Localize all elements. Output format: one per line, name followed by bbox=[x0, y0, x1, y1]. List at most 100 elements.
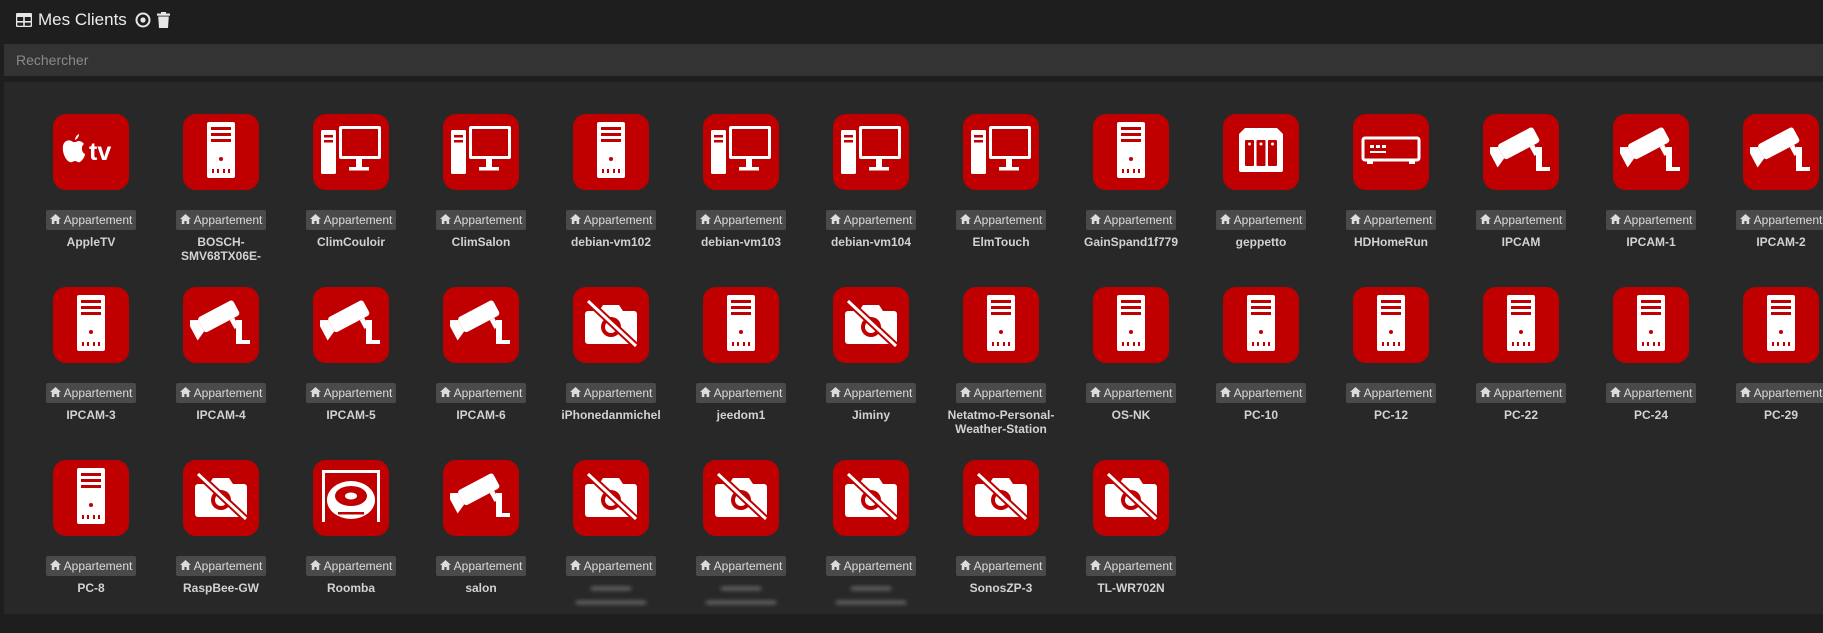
client-tile[interactable] bbox=[183, 460, 259, 536]
client-tile[interactable] bbox=[53, 287, 129, 363]
client-tile[interactable] bbox=[573, 460, 649, 536]
client-tile[interactable] bbox=[313, 114, 389, 190]
location-badge: Appartement bbox=[1215, 383, 1307, 403]
client-tile[interactable] bbox=[443, 114, 519, 190]
client-tile[interactable] bbox=[1483, 114, 1559, 190]
client-tile[interactable] bbox=[573, 114, 649, 190]
client-card[interactable]: Appartement RaspBee-GW bbox=[156, 460, 286, 633]
client-card[interactable]: Appartement IPCAM-4 bbox=[156, 287, 286, 460]
client-card[interactable]: Appartement PC-24 bbox=[1586, 287, 1716, 460]
location-label: Appartement bbox=[973, 213, 1043, 227]
client-tile[interactable] bbox=[573, 287, 649, 363]
client-tile[interactable] bbox=[1353, 114, 1429, 190]
client-tile[interactable] bbox=[1743, 287, 1819, 363]
client-tile[interactable] bbox=[963, 287, 1039, 363]
client-card[interactable]: Appartement PC-22 bbox=[1456, 287, 1586, 460]
client-tile[interactable] bbox=[1093, 460, 1169, 536]
target-icon[interactable] bbox=[135, 12, 151, 28]
client-card[interactable]: Appartement SonosZP-3 bbox=[936, 460, 1066, 633]
client-card[interactable]: Appartement ▬▬▬▬ ▬▬▬▬▬▬▬ bbox=[546, 460, 676, 633]
page-header: Mes Clients bbox=[0, 0, 1823, 40]
location-label: Appartement bbox=[193, 213, 263, 227]
client-card[interactable]: Appartement PC-8 bbox=[26, 460, 156, 633]
location-badge: Appartement bbox=[1475, 383, 1567, 403]
client-card[interactable]: Appartement geppetto bbox=[1196, 114, 1326, 287]
client-tile[interactable]: tv bbox=[53, 114, 129, 190]
client-tile[interactable] bbox=[833, 460, 909, 536]
client-tile[interactable] bbox=[1353, 287, 1429, 363]
home-icon bbox=[829, 383, 841, 403]
client-tile[interactable] bbox=[963, 460, 1039, 536]
client-tile[interactable] bbox=[53, 460, 129, 536]
client-tile[interactable] bbox=[1223, 114, 1299, 190]
client-card[interactable]: Appartement HDHomeRun bbox=[1326, 114, 1456, 287]
client-tile[interactable] bbox=[703, 287, 779, 363]
client-card[interactable]: Appartement PC-10 bbox=[1196, 287, 1326, 460]
client-tile[interactable] bbox=[1223, 287, 1299, 363]
client-card[interactable]: Appartement debian-vm102 bbox=[546, 114, 676, 287]
client-card[interactable]: Appartement IPCAM-5 bbox=[286, 287, 416, 460]
client-card[interactable]: Appartement IPCAM bbox=[1456, 114, 1586, 287]
client-tile[interactable] bbox=[1743, 114, 1819, 190]
client-tile[interactable] bbox=[1613, 114, 1689, 190]
client-tile[interactable] bbox=[313, 287, 389, 363]
client-card[interactable]: Appartement PC-12 bbox=[1326, 287, 1456, 460]
home-icon bbox=[1089, 210, 1101, 230]
client-card[interactable]: Appartement Roomba bbox=[286, 460, 416, 633]
client-card[interactable]: Appartement ▬▬▬▬ ▬▬▬▬▬▬▬ bbox=[676, 460, 806, 633]
client-card[interactable]: Appartement IPCAM-3 bbox=[26, 287, 156, 460]
client-card[interactable]: Appartement GainSpand1f779 bbox=[1066, 114, 1196, 287]
search-input[interactable] bbox=[4, 44, 1823, 76]
home-icon bbox=[1219, 383, 1231, 403]
server-tower-icon bbox=[1369, 294, 1413, 356]
client-tile[interactable] bbox=[833, 114, 909, 190]
client-tile[interactable] bbox=[1483, 287, 1559, 363]
security-camera-icon bbox=[446, 298, 512, 353]
client-tile[interactable] bbox=[833, 287, 909, 363]
client-tile[interactable] bbox=[963, 114, 1039, 190]
client-tile[interactable] bbox=[443, 460, 519, 536]
client-card[interactable]: Appartement salon bbox=[416, 460, 546, 633]
client-card[interactable]: Appartement ClimCouloir bbox=[286, 114, 416, 287]
client-name: jeedom1 bbox=[716, 408, 766, 422]
client-card[interactable]: tv Appartement AppleTV bbox=[26, 114, 156, 287]
trash-icon[interactable] bbox=[156, 12, 170, 28]
client-tile[interactable] bbox=[443, 287, 519, 363]
client-card[interactable]: Appartement debian-vm104 bbox=[806, 114, 936, 287]
security-camera-icon bbox=[1616, 125, 1682, 180]
client-name: RaspBee-GW bbox=[182, 581, 259, 595]
client-name: Roomba bbox=[327, 581, 375, 595]
client-card[interactable]: Appartement IPCAM-1 bbox=[1586, 114, 1716, 287]
client-tile[interactable] bbox=[1613, 287, 1689, 363]
location-label: Appartement bbox=[713, 213, 783, 227]
client-tile[interactable] bbox=[703, 114, 779, 190]
location-badge: Appartement bbox=[565, 556, 657, 576]
client-tile[interactable] bbox=[1093, 114, 1169, 190]
client-card[interactable]: Appartement Netatmo-Personal-Weather-Stat… bbox=[936, 287, 1066, 460]
security-camera-icon bbox=[186, 298, 252, 353]
client-card[interactable]: Appartement IPCAM-2 bbox=[1716, 114, 1823, 287]
client-card[interactable]: Appartement iPhonedanmichel bbox=[546, 287, 676, 460]
client-card[interactable]: Appartement PC-29 bbox=[1716, 287, 1823, 460]
client-card[interactable]: Appartement BOSCH-SMV68TX06E- bbox=[156, 114, 286, 287]
client-tile[interactable] bbox=[703, 460, 779, 536]
client-card[interactable]: Appartement IPCAM-6 bbox=[416, 287, 546, 460]
home-icon bbox=[1089, 383, 1101, 403]
client-card[interactable]: Appartement OS-NK bbox=[1066, 287, 1196, 460]
client-tile[interactable] bbox=[183, 114, 259, 190]
client-tile[interactable] bbox=[1093, 287, 1169, 363]
client-tile[interactable] bbox=[183, 287, 259, 363]
client-card[interactable]: Appartement Jiminy bbox=[806, 287, 936, 460]
client-card[interactable]: Appartement ElmTouch bbox=[936, 114, 1066, 287]
security-camera-icon bbox=[1486, 125, 1552, 180]
client-name: IPCAM-5 bbox=[326, 408, 376, 422]
client-card[interactable]: Appartement jeedom1 bbox=[676, 287, 806, 460]
client-card[interactable]: Appartement ClimSalon bbox=[416, 114, 546, 287]
client-card[interactable]: Appartement ▬▬▬▬ ▬▬▬▬▬▬▬ bbox=[806, 460, 936, 633]
client-card[interactable]: Appartement TL-WR702N bbox=[1066, 460, 1196, 633]
client-tile[interactable] bbox=[313, 460, 389, 536]
location-badge: Appartement bbox=[45, 383, 137, 403]
client-card[interactable]: Appartement debian-vm103 bbox=[676, 114, 806, 287]
server-tower-icon bbox=[1109, 121, 1153, 183]
clients-grid: tv Appartement AppleTV Appartement BOSCH-SMV… bbox=[26, 114, 1823, 633]
